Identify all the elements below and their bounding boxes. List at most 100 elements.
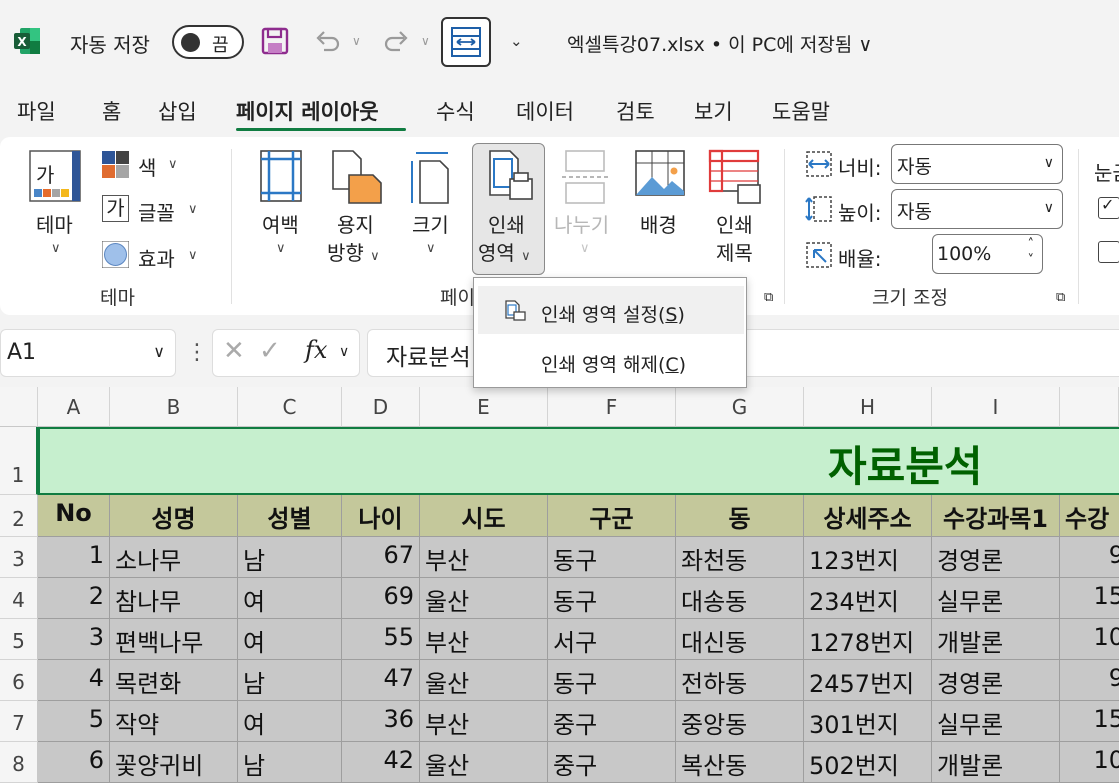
data-cell[interactable]: 부산 [420,537,548,578]
title-cell[interactable]: 자료분석 [38,427,1119,495]
customize-qat-icon[interactable]: ⌄ [510,32,523,50]
data-cell[interactable]: 중앙동 [676,701,804,742]
row-header[interactable]: 5 [0,619,38,660]
size-chevron-icon[interactable]: ∨ [426,241,436,256]
data-cell[interactable]: 502번지 [804,742,932,783]
data-cell[interactable]: 실무론 [932,701,1060,742]
data-cell[interactable]: 9 [1060,660,1119,701]
column-header[interactable]: A [38,387,110,427]
save-icon[interactable] [258,24,292,58]
data-cell[interactable]: 실무론 [932,578,1060,619]
tab-view[interactable]: 보기 [694,96,733,126]
data-cell[interactable]: 전하동 [676,660,804,701]
tab-help[interactable]: 도움말 [772,96,830,126]
data-cell[interactable]: 개발론 [932,742,1060,783]
data-cell[interactable]: 4 [38,660,110,701]
header-cell[interactable]: 성명 [110,495,238,537]
header-cell[interactable]: 동 [676,495,804,537]
tab-page-layout[interactable]: 페이지 레이아웃 [236,96,379,126]
data-cell[interactable]: 42 [342,742,420,783]
colors-chevron-icon[interactable]: ∨ [168,157,178,172]
data-cell[interactable]: 참나무 [110,578,238,619]
data-cell[interactable]: 꽃양귀비 [110,742,238,783]
effects-chevron-icon[interactable]: ∨ [188,248,198,263]
data-cell[interactable]: 중구 [548,742,676,783]
data-cell[interactable]: 15 [1060,578,1119,619]
data-cell[interactable]: 동구 [548,660,676,701]
tab-file[interactable]: 파일 [17,96,56,126]
themes-chevron-icon[interactable]: ∨ [51,241,61,256]
row-header[interactable]: 7 [0,701,38,742]
data-cell[interactable]: 69 [342,578,420,619]
data-cell[interactable]: 여 [238,701,342,742]
data-cell[interactable]: 5 [38,701,110,742]
set-print-area-menu-item[interactable]: 인쇄 영역 설정(S) [478,286,744,334]
page-setup-launcher-icon[interactable]: ⧉ [764,290,773,305]
data-cell[interactable]: 2 [38,578,110,619]
scale-spinner[interactable]: 100% ˄ ˅ [932,234,1043,274]
print-titles-label-1[interactable]: 인쇄 [716,209,753,238]
row-header[interactable]: 1 [0,427,38,495]
data-cell[interactable]: 복산동 [676,742,804,783]
data-cell[interactable]: 대신동 [676,619,804,660]
data-cell[interactable]: 좌천동 [676,537,804,578]
data-cell[interactable]: 55 [342,619,420,660]
data-cell[interactable]: 301번지 [804,701,932,742]
header-cell[interactable]: 상세주소 [804,495,932,537]
header-cell[interactable]: 나이 [342,495,420,537]
data-cell[interactable]: 울산 [420,742,548,783]
themes-label[interactable]: 테마 [36,209,73,238]
print-titles-label-2[interactable]: 제목 [716,237,753,266]
fx-chevron-icon[interactable]: ∨ [339,344,349,360]
size-icon[interactable] [408,149,452,205]
data-cell[interactable]: 경영론 [932,660,1060,701]
margins-chevron-icon[interactable]: ∨ [276,241,286,256]
column-header[interactable]: B [110,387,238,427]
margins-label[interactable]: 여백 [262,209,299,238]
select-all-corner[interactable] [0,387,38,427]
data-cell[interactable]: 47 [342,660,420,701]
header-cell[interactable]: 시도 [420,495,548,537]
column-header[interactable]: F [548,387,676,427]
background-label[interactable]: 배경 [640,209,677,238]
data-cell[interactable]: 2457번지 [804,660,932,701]
scale-launcher-icon[interactable]: ⧉ [1056,290,1065,305]
data-cell[interactable]: 개발론 [932,619,1060,660]
data-cell[interactable]: 동구 [548,578,676,619]
data-cell[interactable]: 3 [38,619,110,660]
data-cell[interactable]: 9 [1060,537,1119,578]
gridlines-view-checkbox[interactable]: ✓ [1098,195,1119,219]
tab-data[interactable]: 데이터 [516,96,574,126]
data-cell[interactable]: 6 [38,742,110,783]
redo-chevron-icon[interactable]: ∨ [421,34,430,48]
fonts-label[interactable]: 글꼴 [138,197,175,226]
row-header[interactable]: 6 [0,660,38,701]
row-header[interactable]: 8 [0,742,38,783]
column-header[interactable]: H [804,387,932,427]
data-cell[interactable]: 234번지 [804,578,932,619]
width-select[interactable]: 자동 ∨ [891,144,1063,184]
column-header[interactable]: I [932,387,1060,427]
effects-icon[interactable] [101,240,130,269]
tab-insert[interactable]: 삽입 [158,96,197,126]
spinner-arrows-icon[interactable]: ˄ ˅ [1028,237,1035,269]
fonts-icon[interactable]: 가 [102,195,129,222]
orientation-label-1[interactable]: 용지 [337,209,374,238]
enter-icon[interactable]: ✓ [259,336,281,366]
data-cell[interactable]: 소나무 [110,537,238,578]
row-header[interactable]: 2 [0,495,38,537]
data-cell[interactable]: 여 [238,619,342,660]
data-cell[interactable]: 부산 [420,619,548,660]
data-cell[interactable]: 67 [342,537,420,578]
row-header[interactable]: 4 [0,578,38,619]
redo-icon[interactable] [380,24,414,58]
height-select[interactable]: 자동 ∨ [891,189,1063,229]
data-cell[interactable]: 동구 [548,537,676,578]
undo-chevron-icon[interactable]: ∨ [352,34,361,48]
header-cell[interactable]: 성별 [238,495,342,537]
data-cell[interactable]: 123번지 [804,537,932,578]
data-cell[interactable]: 작약 [110,701,238,742]
print-titles-icon[interactable] [708,149,764,205]
tab-home[interactable]: 홈 [102,96,121,126]
data-cell[interactable]: 남 [238,660,342,701]
